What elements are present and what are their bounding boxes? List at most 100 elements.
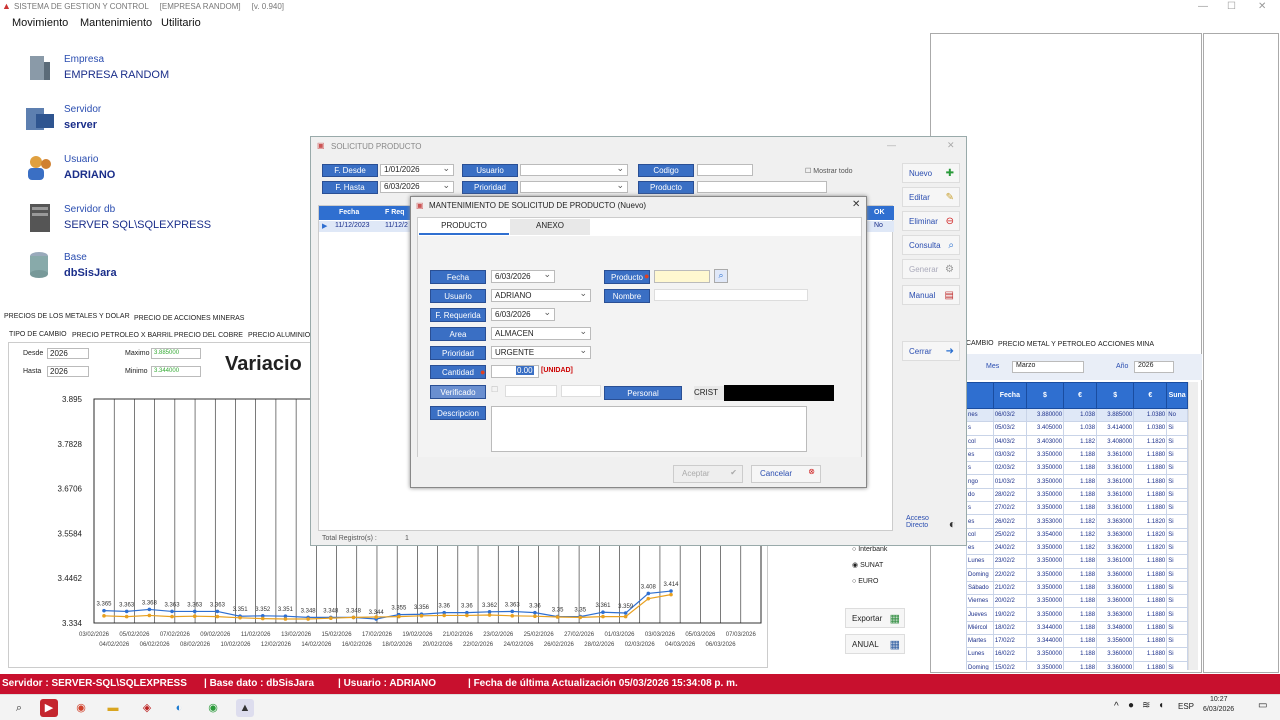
menu-mantenimiento[interactable]: Mantenimiento <box>80 17 152 29</box>
minimize-icon[interactable]: — <box>1198 1 1208 12</box>
nuevo-button[interactable]: Nuevo ✚ <box>902 163 960 183</box>
editar-button[interactable]: Editar ✎ <box>902 187 960 207</box>
menu-movimiento[interactable]: Movimiento <box>12 17 68 29</box>
tab-tipo-cambio[interactable]: TIPO DE CAMBIO <box>9 331 67 338</box>
table-row[interactable]: nes 06/03/2 3.880000 1.038 3.885000 1.0380 No <box>966 407 1188 423</box>
verificado-time[interactable] <box>561 385 601 397</box>
table-row[interactable]: Lunes 16/02/2 3.350000 1.188 3.360000 1.1880 S… <box>966 647 1188 662</box>
usuario-select[interactable]: ADRIANO <box>491 288 591 302</box>
table-row[interactable]: Viernes 20/02/2 3.350000 1.188 3.360000 1.188… <box>966 594 1188 609</box>
hasta-input[interactable]: 2026 <box>47 366 89 377</box>
dialog-close-icon[interactable]: ✕ <box>852 199 860 210</box>
tab-acciones-mina[interactable]: ACCIONES MINA <box>1098 341 1154 348</box>
producto-filter-input[interactable] <box>697 181 827 193</box>
table-row[interactable]: s 27/02/2 3.350000 1.188 3.361000 1.1880 Si <box>966 501 1188 516</box>
table-row[interactable]: es 24/02/2 3.350000 1.182 3.362000 1.1820 Si <box>966 540 1188 556</box>
grid-col-header[interactable]: Suna <box>1166 382 1188 409</box>
f-hasta-picker[interactable]: 6/03/2026 <box>380 180 454 193</box>
radio-euro[interactable]: ○ EURO <box>852 578 878 585</box>
nombre-input[interactable] <box>654 289 808 301</box>
folder-icon[interactable]: ▬ <box>104 699 122 717</box>
mes-select[interactable]: Marzo <box>1012 361 1084 373</box>
table-row[interactable]: Jueves 19/02/2 3.350000 1.188 3.363000 1.1880… <box>966 607 1188 622</box>
producto-input[interactable] <box>654 270 710 283</box>
table-row[interactable]: Doming 22/02/2 3.350000 1.188 3.360000 1.1880… <box>966 567 1188 582</box>
grid-col-header[interactable]: $ <box>1096 382 1135 409</box>
fecha-picker[interactable]: 6/03/2026 <box>491 269 555 283</box>
table-row[interactable]: col 25/02/2 3.354000 1.182 3.363000 1.1820 Si <box>966 527 1188 542</box>
table-row[interactable]: Doming 15/02/2 3.350000 1.188 3.360000 1.1880… <box>966 660 1188 670</box>
menu-utilitario[interactable]: Utilitario <box>161 17 201 29</box>
table-row[interactable]: do 28/02/2 3.350000 1.188 3.361000 1.1880 Si <box>966 487 1188 503</box>
descripcion-textarea[interactable] <box>491 406 807 452</box>
solicitud-close-icon[interactable]: ✕ <box>947 140 955 151</box>
manual-button[interactable]: Manual ▤ <box>902 285 960 305</box>
producto-search-icon[interactable]: ⌕ <box>714 269 728 283</box>
tab-precios-metales[interactable]: PRECIOS DE LOS METALES Y DOLAR <box>4 313 130 320</box>
table-row[interactable]: col 04/03/2 3.403000 1.182 3.408000 1.1820 Si <box>966 434 1188 449</box>
acceso-directo-button[interactable]: Acceso Directo ◐ <box>902 513 960 537</box>
grid-col-header[interactable]: Fecha <box>992 382 1027 409</box>
maximize-icon[interactable]: ☐ <box>1227 1 1236 12</box>
cerrar-button[interactable]: Cerrar ➜ <box>902 341 960 361</box>
f-desde-picker[interactable]: 1/01/2026 <box>380 163 454 176</box>
mostrar-todo-checkbox[interactable]: ☐ Mostrar todo <box>805 167 853 175</box>
cantidad-input[interactable]: 0.00 <box>491 365 539 378</box>
grid-col-header[interactable] <box>966 382 994 409</box>
radio-interbank[interactable]: ○ Interbank <box>852 546 887 553</box>
language-indicator[interactable]: ESP <box>1178 702 1194 711</box>
verificado-date[interactable] <box>505 385 557 397</box>
tab-cambio[interactable]: CAMBIO <box>966 340 994 347</box>
tab-acciones-mineras[interactable]: PRECIO DE ACCIONES MINERAS <box>134 315 244 322</box>
table-row[interactable]: s 02/03/2 3.350000 1.188 3.361000 1.1880 Si <box>966 461 1188 476</box>
f-requerida-picker[interactable]: 6/03/2026 <box>491 307 555 321</box>
desde-input[interactable]: 2026 <box>47 348 89 359</box>
generar-button[interactable]: Generar ⚙ <box>902 259 960 279</box>
solicitud-minimize-icon[interactable]: — <box>887 140 896 150</box>
consulta-button[interactable]: Consulta ⌕ <box>902 235 960 255</box>
area-select[interactable]: ALMACEN <box>491 326 591 340</box>
usuario-filter-select[interactable] <box>520 163 628 176</box>
tab-cobre[interactable]: PRECIO DEL COBRE <box>174 332 243 339</box>
active-app-icon[interactable]: ▲ <box>236 699 254 717</box>
prioridad-filter-select[interactable] <box>520 180 628 193</box>
mic-icon[interactable]: ● <box>1128 700 1134 711</box>
codigo-input[interactable] <box>697 164 753 176</box>
table-row[interactable]: es 26/02/2 3.353000 1.182 3.363000 1.1820 Si <box>966 514 1188 529</box>
edge-icon[interactable]: ◐ <box>170 699 188 717</box>
eliminar-button[interactable]: Eliminar ⊖ <box>902 211 960 231</box>
notifications-icon[interactable]: ▭ <box>1258 700 1267 711</box>
cancelar-button[interactable]: Cancelar ⊗ <box>751 465 821 483</box>
anio-input[interactable]: 2026 <box>1134 361 1174 373</box>
radio-sunat[interactable]: ◉ SUNAT <box>852 561 883 569</box>
verificado-checkbox[interactable]: ☐ <box>491 385 498 394</box>
tab-producto[interactable]: PRODUCTO <box>419 219 509 235</box>
volume-icon[interactable]: ◖ <box>1158 700 1164 711</box>
media-icon[interactable]: ▶ <box>40 699 58 717</box>
export-button[interactable]: Exportar ▦ <box>845 608 905 628</box>
table-row[interactable]: Miércol 18/02/2 3.344000 1.188 3.348000 1.188… <box>966 620 1188 636</box>
tab-aluminio[interactable]: PRECIO ALUMINIO <box>248 332 310 339</box>
table-row[interactable]: Sábado 21/02/2 3.350000 1.188 3.360000 1.1880… <box>966 580 1188 596</box>
wifi-icon[interactable]: ≋ <box>1142 700 1150 711</box>
app-red-icon[interactable]: ◈ <box>138 699 156 717</box>
table-row[interactable]: ngo 01/03/2 3.350000 1.188 3.361000 1.1880 Si <box>966 474 1188 489</box>
grid-col-header[interactable]: $ <box>1025 382 1065 409</box>
tray-chevron-icon[interactable]: ^ <box>1114 701 1119 712</box>
grid-scrollbar[interactable] <box>1188 382 1198 670</box>
tab-anexo[interactable]: ANEXO <box>510 219 590 235</box>
table-row[interactable]: es 03/03/2 3.350000 1.188 3.361000 1.1880 Si <box>966 447 1188 463</box>
chrome-icon[interactable]: ◉ <box>72 699 90 717</box>
table-row[interactable]: s 05/03/2 3.405000 1.038 3.414000 1.0380 Si <box>966 421 1188 436</box>
aceptar-button[interactable]: Aceptar ✔ <box>673 465 743 483</box>
chrome-alt-icon[interactable]: ◉ <box>204 699 222 717</box>
tab-precio-metal[interactable]: PRECIO METAL Y PETROLEO <box>998 341 1096 348</box>
grid-col-header[interactable]: € <box>1063 382 1098 409</box>
grid-col-header[interactable]: € <box>1133 382 1168 409</box>
anual-button[interactable]: ANUAL ▦ <box>845 634 905 654</box>
table-row[interactable]: Martes 17/02/2 3.344000 1.188 3.356000 1.1880… <box>966 634 1188 649</box>
table-row[interactable]: Lunes 23/02/2 3.350000 1.188 3.361000 1.1880 S… <box>966 554 1188 569</box>
tab-petroleo[interactable]: PRECIO PETROLEO X BARRIL <box>72 332 173 339</box>
prioridad-select[interactable]: URGENTE <box>491 345 591 359</box>
search-icon[interactable]: ⌕ <box>10 699 28 717</box>
